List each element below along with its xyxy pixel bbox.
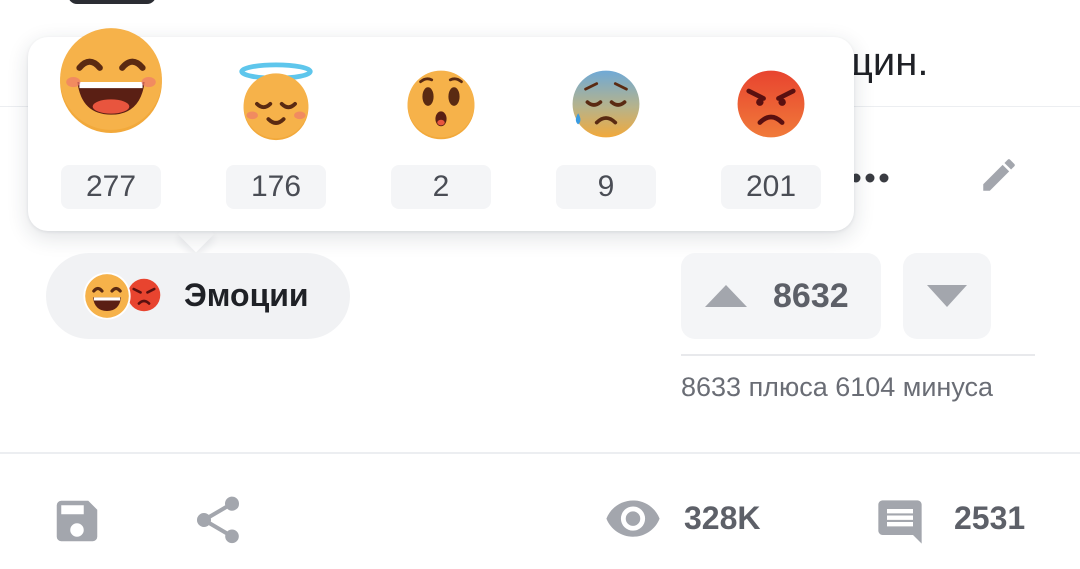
top-toolbar-pill [68, 0, 156, 4]
arrow-down-icon [927, 285, 967, 307]
eye-icon [606, 500, 660, 537]
rating-summary: 8633 плюса 6104 минуса [681, 372, 994, 402]
footer-divider [0, 452, 1080, 454]
emotions-button[interactable]: Эмоции [46, 253, 350, 339]
sad-face-icon [572, 70, 640, 138]
surprised-face-icon [407, 70, 475, 140]
arrow-up-icon [705, 285, 747, 307]
angry-face-icon [737, 70, 805, 138]
upvote-button[interactable]: 8632 [681, 253, 881, 339]
more-options-icon[interactable] [850, 160, 890, 196]
reaction-count: 9 [556, 165, 656, 209]
rating-divider [681, 354, 1035, 356]
laughing-face-icon [60, 28, 162, 133]
save-icon[interactable] [50, 494, 104, 548]
comment-icon[interactable] [874, 496, 926, 548]
angel-face-icon [239, 62, 313, 141]
reaction-count: 2 [391, 165, 491, 209]
rating-score: 8632 [773, 277, 849, 315]
downvote-button[interactable] [903, 253, 991, 339]
reactions-popup: 277 176 2 9 201 [28, 28, 854, 231]
comments-count[interactable]: 2531 [954, 500, 1025, 537]
reaction-count: 176 [226, 165, 326, 209]
reaction-count: 277 [61, 165, 161, 209]
reaction-count: 201 [721, 165, 821, 209]
views-count: 328K [684, 500, 761, 536]
edit-pencil-icon[interactable] [978, 154, 1020, 196]
laughing-face-icon [83, 272, 131, 320]
share-icon[interactable] [190, 492, 246, 548]
emotions-button-label: Эмоции [184, 277, 309, 313]
